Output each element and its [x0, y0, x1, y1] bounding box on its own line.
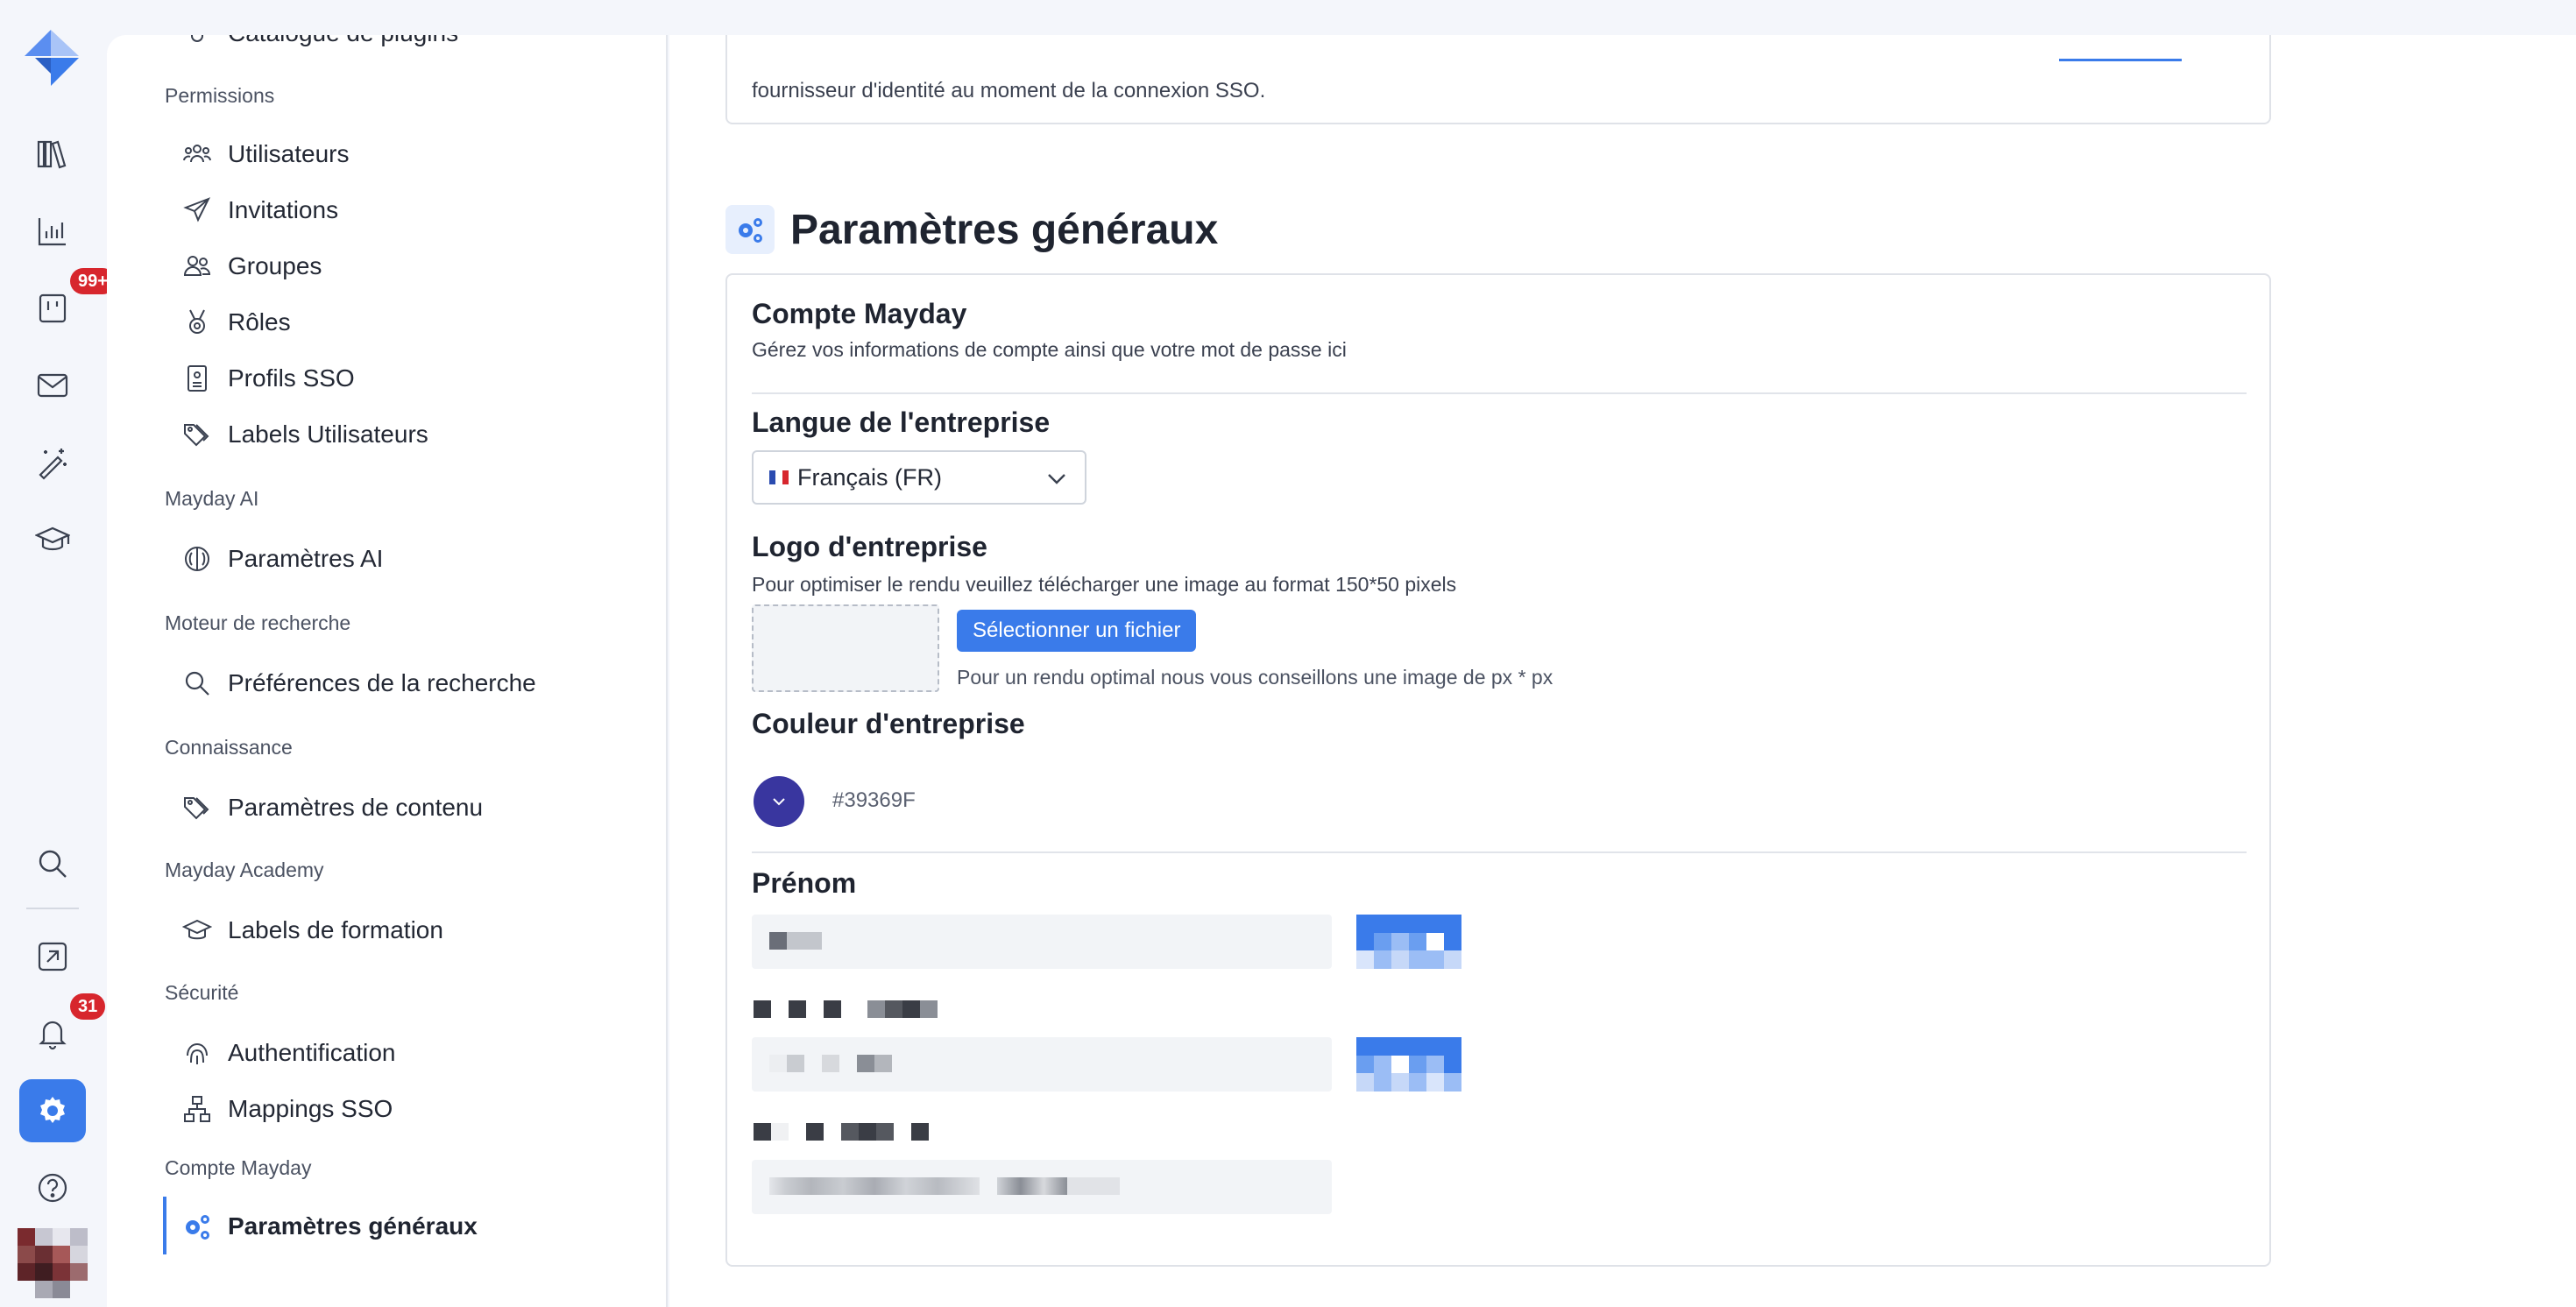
id-badge-icon	[180, 362, 214, 395]
account-title: Compte Mayday	[752, 298, 967, 329]
external-link-icon[interactable]	[19, 925, 86, 988]
sidebar-item-label: Authentification	[228, 1039, 396, 1066]
paper-plane-icon	[180, 194, 214, 227]
email-label	[754, 1123, 929, 1141]
rail-divider	[26, 908, 79, 909]
sidebar-item-invitations[interactable]: Invitations	[180, 186, 338, 235]
tags-icon	[180, 791, 214, 824]
search-icon[interactable]	[19, 832, 86, 895]
sidebar-item-label: Groupes	[228, 252, 322, 279]
lastname-input[interactable]	[752, 1037, 1332, 1092]
analytics-icon[interactable]	[19, 200, 86, 263]
section-permissions: Permissions	[165, 84, 275, 107]
sidebar-item-users[interactable]: Utilisateurs	[180, 130, 349, 179]
knowledge-base-icon[interactable]	[19, 123, 86, 186]
sidebar-item-plugins[interactable]: Catalogue de plugins	[180, 35, 458, 58]
logo-hint: Pour un rendu optimal nous vous conseill…	[957, 666, 1553, 689]
sidebar-item-label: Rôles	[228, 308, 291, 336]
sitemap-icon	[180, 1092, 214, 1126]
sidebar-item-label: Labels Utilisateurs	[228, 420, 428, 448]
avatar[interactable]	[18, 1228, 88, 1298]
graduation-cap-icon	[180, 914, 214, 947]
sidebar-item-general-settings[interactable]: Paramètres généraux	[180, 1202, 478, 1251]
section-mayday-ai: Mayday AI	[165, 487, 259, 510]
help-icon[interactable]	[19, 1156, 86, 1219]
academy-icon[interactable]	[19, 508, 86, 571]
sidebar-item-label: Paramètres AI	[228, 545, 384, 572]
chevron-down-icon	[773, 798, 785, 806]
sso-card: fournisseur d'identité au moment de la c…	[725, 35, 2271, 124]
fingerprint-icon	[180, 1036, 214, 1070]
section-knowledge: Connaissance	[165, 736, 293, 759]
logo-title: Logo d'entreprise	[752, 531, 987, 562]
section-search-engine: Moteur de recherche	[165, 611, 351, 634]
active-indicator	[163, 1197, 166, 1254]
page-title: Paramètres généraux	[790, 206, 1219, 253]
tags-icon	[180, 418, 214, 451]
sidebar-item-groups[interactable]: Groupes	[180, 242, 322, 291]
sidebar-item-content-settings[interactable]: Paramètres de contenu	[180, 783, 483, 832]
search-icon	[180, 667, 214, 700]
account-subtitle: Gérez vos informations de compte ainsi q…	[752, 338, 1347, 361]
language-value: Français (FR)	[797, 463, 943, 491]
sidebar-item-sso-mappings[interactable]: Mappings SSO	[180, 1084, 393, 1134]
select-file-button[interactable]: Sélectionner un fichier	[957, 610, 1197, 652]
sidebar-item-label: Mappings SSO	[228, 1095, 393, 1122]
sidebar-item-label: Invitations	[228, 196, 339, 223]
main-content: fournisseur d'identité au moment de la c…	[669, 35, 2576, 1307]
firstname-title: Prénom	[752, 867, 857, 899]
chevron-down-icon	[1048, 474, 1065, 484]
cogs-icon	[725, 205, 775, 254]
lastname-label	[754, 1000, 938, 1018]
section-security: Sécurité	[165, 981, 239, 1004]
email-input[interactable]	[752, 1160, 1332, 1214]
color-value: #39369F	[832, 788, 916, 812]
sidebar-item-label: Préférences de la recherche	[228, 669, 536, 696]
logo-dropzone[interactable]	[752, 604, 939, 692]
page-header: Paramètres généraux	[725, 205, 1218, 254]
cogs-icon	[180, 1210, 214, 1243]
sidebar-item-label: Profils SSO	[228, 364, 355, 392]
language-select[interactable]: Français (FR)	[752, 450, 1086, 505]
users-icon	[180, 138, 214, 171]
color-title: Couleur d'entreprise	[752, 708, 1025, 739]
sidebar-item-label: Catalogue de plugins	[228, 35, 458, 47]
save-lastname-button[interactable]	[1356, 1037, 1461, 1092]
save-firstname-button[interactable]	[1356, 915, 1461, 969]
color-picker[interactable]	[754, 776, 804, 827]
alerts-badge: 31	[70, 993, 106, 1020]
medal-icon	[180, 306, 214, 339]
general-settings-card: Compte Mayday Gérez vos informations de …	[725, 273, 2271, 1267]
settings-icon[interactable]	[19, 1079, 86, 1142]
logo-subtitle: Pour optimiser le rendu veuillez télécha…	[752, 573, 1457, 596]
divider	[752, 392, 2247, 394]
magic-wand-icon[interactable]	[19, 431, 86, 494]
mayday-logo[interactable]	[25, 30, 79, 86]
sidebar-item-training-labels[interactable]: Labels de formation	[180, 906, 443, 955]
sso-card-text: fournisseur d'identité au moment de la c…	[752, 79, 1266, 102]
group-icon	[180, 250, 214, 283]
france-flag-icon	[769, 470, 789, 484]
brain-icon	[180, 542, 214, 576]
sidebar-item-label: Labels de formation	[228, 916, 443, 943]
sidebar-item-ai-settings[interactable]: Paramètres AI	[180, 534, 383, 583]
sidebar-item-user-labels[interactable]: Labels Utilisateurs	[180, 410, 428, 459]
sidebar-item-search-prefs[interactable]: Préférences de la recherche	[180, 659, 536, 708]
sidebar-item-label: Utilisateurs	[228, 140, 350, 167]
sidebar-item-sso-profiles[interactable]: Profils SSO	[180, 354, 355, 403]
section-academy: Mayday Academy	[165, 858, 324, 881]
sidebar-item-label: Paramètres généraux	[228, 1212, 478, 1240]
section-account: Compte Mayday	[165, 1156, 312, 1179]
language-title: Langue de l'entreprise	[752, 406, 1051, 438]
sidebar-item-authentication[interactable]: Authentification	[180, 1028, 395, 1077]
firstname-input[interactable]	[752, 915, 1332, 969]
inbox-icon[interactable]	[19, 354, 86, 417]
sidebar-item-roles[interactable]: Rôles	[180, 298, 291, 347]
plugin-icon	[180, 35, 214, 50]
settings-sidebar: Catalogue de plugins Permissions Utilisa…	[107, 35, 668, 1307]
sidebar-item-label: Paramètres de contenu	[228, 794, 484, 821]
app-rail: 99+ 31	[0, 0, 116, 1307]
divider	[752, 851, 2247, 853]
sso-card-link[interactable]	[2059, 37, 2182, 61]
